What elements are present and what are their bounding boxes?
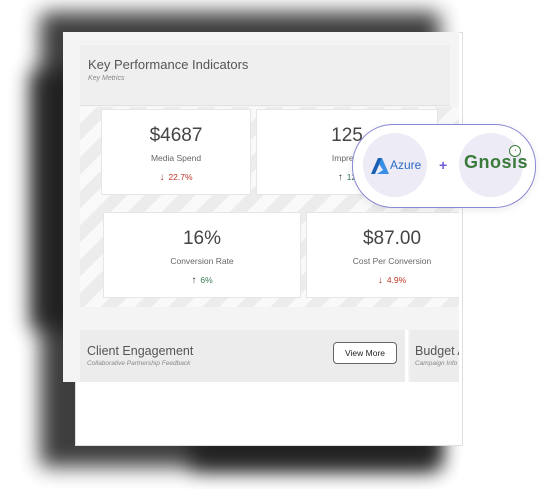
arrow-up-icon: ↑ — [337, 172, 343, 183]
kpi-change-value: 4.9% — [386, 275, 407, 285]
gnosis-mark-icon: ◔ — [509, 145, 521, 157]
budget-subtitle: Campaign Info — [415, 360, 458, 367]
arrow-up-icon: ↑ — [191, 275, 197, 286]
azure-logo-circle: Azure — [363, 133, 427, 197]
plus-icon: + — [439, 157, 448, 173]
kpi-card-conversion-rate[interactable]: 16% Conversion Rate ↑ 6% — [103, 212, 301, 298]
kpi-title: Key Performance Indicators — [88, 57, 249, 72]
arrow-down-icon: ↓ — [159, 172, 165, 183]
integration-badge: Azure + Gnosis ◔ — [352, 124, 536, 208]
kpi-subtitle: Key Metrics — [88, 75, 125, 82]
kpi-label: Cost Per Conversion — [352, 256, 432, 266]
kpi-change-value: 22.7% — [168, 172, 193, 182]
view-more-button[interactable]: View More — [333, 342, 397, 364]
kpi-label: Media Spend — [150, 153, 202, 163]
kpi-card-cost-per-conversion[interactable]: $87.00 Cost Per Conversion ↓ 4.9% — [306, 212, 459, 298]
azure-label: Azure — [390, 158, 422, 172]
gnosis-logo-circle: Gnosis ◔ — [459, 133, 528, 197]
engagement-subtitle: Collaborative Partnership Feedback — [87, 360, 191, 367]
client-engagement-section: Client Engagement Collaborative Partners… — [80, 330, 408, 382]
kpi-card-media-spend[interactable]: $4687 Media Spend ↓ 22.7% — [101, 109, 251, 195]
kpi-value: 16% — [182, 228, 222, 249]
azure-icon — [371, 158, 389, 174]
budget-title: Budget A — [415, 344, 459, 358]
kpi-change-value: 6% — [200, 275, 213, 285]
kpi-change: ↓ 4.9% — [307, 275, 459, 286]
kpi-value: $87.00 — [362, 228, 422, 249]
bottom-sections: Client Engagement Collaborative Partners… — [80, 330, 459, 382]
kpi-change: ↓ 22.7% — [102, 172, 250, 183]
budget-section: Budget A Campaign Info — [410, 330, 459, 382]
kpi-change: ↑ 6% — [104, 275, 300, 286]
kpi-value: $4687 — [149, 125, 203, 146]
kpi-label: Conversion Rate — [170, 256, 234, 266]
kpi-header: Key Performance Indicators Key Metrics — [80, 45, 450, 106]
engagement-title: Client Engagement — [87, 344, 194, 358]
arrow-down-icon: ↓ — [377, 275, 383, 286]
